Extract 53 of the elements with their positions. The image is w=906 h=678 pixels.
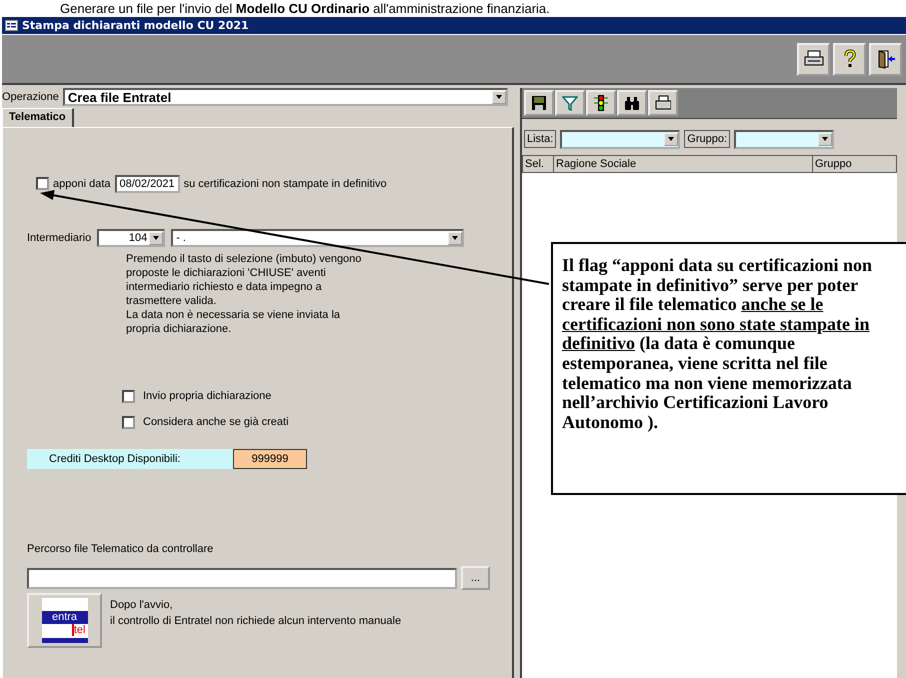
list-dropdown[interactable]	[560, 130, 680, 148]
window-title: Stampa dichiaranti modello CU 2021	[22, 19, 249, 32]
dropdown-arrow-icon	[152, 234, 160, 242]
checkbox-label: Invio propria dichiarazione	[143, 390, 272, 402]
dropdown-arrow-icon	[495, 93, 503, 101]
credits-label: Crediti Desktop Disponibili:	[27, 449, 233, 469]
search-button[interactable]	[617, 90, 647, 116]
description-text: Premendo il tasto di selezione (imbuto) vengono proposte le dichiarazioni 'CHIUSE' aventi intermediario richiesto e data impegno a trasmettere valida. La data non è necessaria se viene inviata la propria dichiarazione.	[126, 252, 362, 336]
checkbox[interactable]	[122, 390, 135, 402]
browse-button[interactable]: ...	[461, 566, 490, 590]
field-label: Percorso file Telematico da controllare	[27, 543, 214, 556]
checkbox[interactable]	[36, 177, 49, 190]
checkbox[interactable]	[122, 416, 135, 428]
logo-text: entra	[42, 611, 88, 624]
field-label: Intermediario	[27, 232, 92, 244]
dropdown-arrow-icon	[451, 234, 460, 242]
filter-button[interactable]	[555, 90, 585, 116]
credits-value: 999999	[233, 449, 307, 469]
field-label: Gruppo:	[684, 130, 730, 148]
code-dropdown[interactable]: 104	[97, 229, 166, 247]
binoculars-icon	[624, 95, 640, 111]
note-text: Dopo l'avvio, il controllo di Entratel non richiede alcun intervento manuale	[110, 598, 402, 629]
door-exit-icon	[876, 49, 896, 69]
logo-text: tel	[72, 624, 88, 636]
print-button[interactable]	[797, 42, 830, 76]
field-label: su certificazioni non stampate in definitivo	[184, 178, 387, 190]
checkbox-label: apponi data	[53, 178, 110, 190]
path-field[interactable]	[27, 568, 457, 588]
help-button[interactable]	[833, 42, 866, 76]
operation-dropdown[interactable]: Crea file Entratel	[62, 88, 508, 106]
field-label: Lista:	[524, 130, 556, 148]
printer-icon	[655, 95, 671, 111]
dropdown-arrow-icon	[667, 135, 676, 143]
window-icon	[5, 20, 18, 31]
column-header[interactable]: Ragione Sociale	[554, 155, 813, 173]
save-button[interactable]	[524, 90, 554, 116]
column-header[interactable]: Sel.	[522, 155, 554, 173]
date-field[interactable]: 08/02/2021	[114, 174, 180, 192]
tab[interactable]: Telematico	[2, 108, 74, 127]
exit-button[interactable]	[869, 42, 902, 76]
entratel-button[interactable]: entra tel	[27, 593, 102, 648]
field-label: Operazione	[2, 91, 59, 103]
status-button[interactable]	[586, 90, 616, 116]
traffic-light-icon	[593, 95, 609, 111]
name-dropdown[interactable]: - .	[171, 229, 464, 247]
document-text: Generare un file per l'invio del Modello CU Ordinario all'amministrazione finanziaria.	[59, 0, 551, 17]
callout-text: Il flag “apponi data su certificazioni non stampate in definitivo” serve per poter creare il file telematico anche se le certificazioni non sono state stampate in definitivo (la data è comunque estemporanea, viene scritta nel file telematico ma non viene memorizzata nell’archivio Certificazioni Lavoro Autonomo ).	[562, 256, 874, 432]
column-header[interactable]: Gruppo	[813, 155, 897, 173]
group-dropdown[interactable]	[734, 130, 834, 148]
dropdown-arrow-icon	[821, 135, 830, 143]
checkbox-label: Considera anche se già creati	[143, 416, 289, 428]
funnel-icon	[562, 95, 578, 111]
print-button[interactable]	[648, 90, 678, 116]
